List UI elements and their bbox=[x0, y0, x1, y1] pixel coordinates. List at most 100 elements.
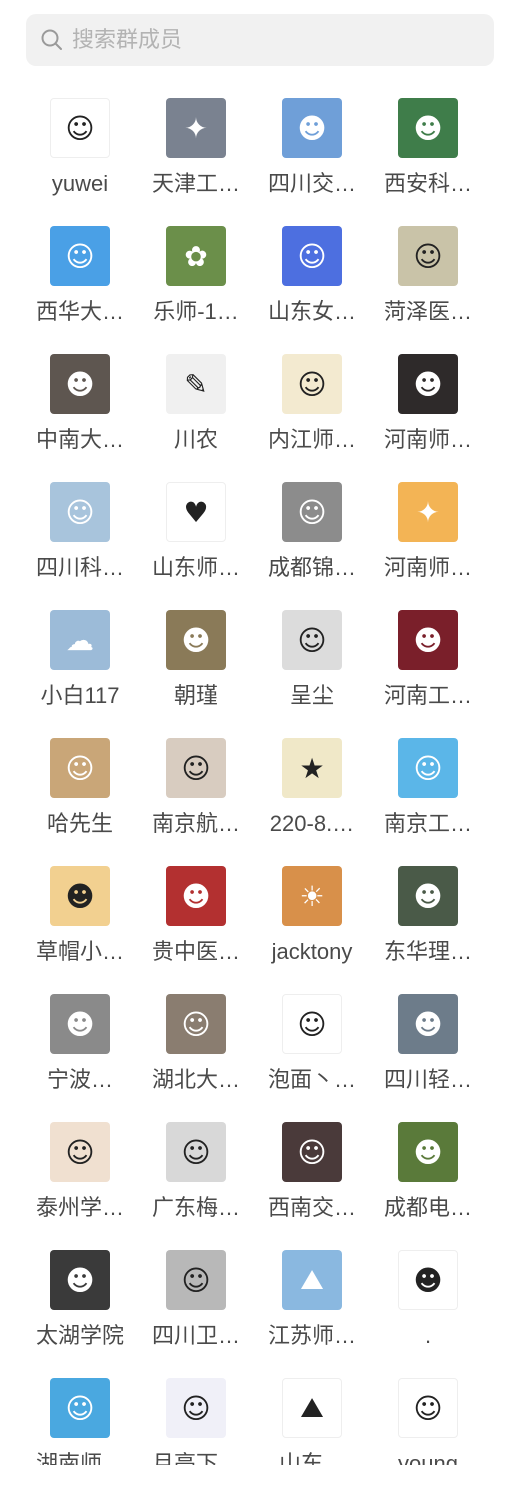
member-item[interactable]: ☺ 湖南师… bbox=[22, 1378, 138, 1465]
member-avatar[interactable]: ☺ bbox=[282, 482, 342, 542]
member-item[interactable]: ☺ 南京工… bbox=[370, 738, 486, 866]
member-item[interactable]: ☻ 四川轻… bbox=[370, 994, 486, 1122]
member-avatar[interactable]: ☺ bbox=[282, 994, 342, 1054]
member-avatar[interactable]: ✦ bbox=[166, 98, 226, 158]
member-avatar[interactable]: ☻ bbox=[50, 1250, 110, 1310]
member-item[interactable]: ✦ 河南师… bbox=[370, 482, 486, 610]
member-avatar[interactable]: ☻ bbox=[398, 994, 458, 1054]
member-avatar[interactable]: ☁ bbox=[50, 610, 110, 670]
member-avatar[interactable]: ☺ bbox=[398, 738, 458, 798]
member-name: 朝瑾 bbox=[173, 683, 218, 708]
member-item[interactable]: ☻ 四川交… bbox=[254, 98, 370, 226]
member-avatar[interactable]: ✎ bbox=[166, 354, 226, 414]
member-avatar[interactable]: ☻ bbox=[398, 610, 458, 670]
member-item[interactable]: ☻ 西安科… bbox=[370, 98, 486, 226]
member-avatar[interactable]: ☺ bbox=[50, 738, 110, 798]
member-avatar[interactable]: ★ bbox=[282, 738, 342, 798]
member-item[interactable]: ⛰ 山东… bbox=[254, 1378, 370, 1465]
member-item[interactable]: ☺ 哈先生 bbox=[22, 738, 138, 866]
member-avatar[interactable]: ☻ bbox=[282, 98, 342, 158]
member-item[interactable]: ☺ 泡面丶… bbox=[254, 994, 370, 1122]
member-item[interactable]: ☻ 东华理… bbox=[370, 866, 486, 994]
member-item[interactable]: ☺ 泰州学… bbox=[22, 1122, 138, 1250]
member-item[interactable]: ☻ 宁波… bbox=[22, 994, 138, 1122]
member-avatar[interactable]: ✿ bbox=[166, 226, 226, 286]
member-item[interactable]: ☻. bbox=[370, 1250, 486, 1378]
member-avatar[interactable]: ☻ bbox=[50, 354, 110, 414]
member-item[interactable]: ☁ 小白117 bbox=[22, 610, 138, 738]
member-item[interactable]: ☺ 广东梅… bbox=[138, 1122, 254, 1250]
member-avatar[interactable]: ✦ bbox=[398, 482, 458, 542]
member-item[interactable]: ☺ 四川卫… bbox=[138, 1250, 254, 1378]
member-name: 成都锦… bbox=[267, 555, 356, 580]
member-item[interactable]: ☻ 河南师… bbox=[370, 354, 486, 482]
member-item[interactable]: ⛰ 江苏师… bbox=[254, 1250, 370, 1378]
member-avatar[interactable]: ♥ bbox=[166, 482, 226, 542]
member-item[interactable]: ☻ 太湖学院 bbox=[22, 1250, 138, 1378]
member-name: 草帽小… bbox=[35, 939, 124, 964]
member-avatar[interactable]: ☺ bbox=[50, 1122, 110, 1182]
member-item[interactable]: ☻ 河南工… bbox=[370, 610, 486, 738]
member-avatar[interactable]: ☺ bbox=[282, 1122, 342, 1182]
member-avatar[interactable]: ☺ bbox=[398, 226, 458, 286]
search-input[interactable] bbox=[72, 27, 432, 53]
member-item[interactable]: ☺ 南京航… bbox=[138, 738, 254, 866]
member-avatar[interactable]: ☻ bbox=[398, 98, 458, 158]
member-avatar[interactable]: ☺ bbox=[166, 1378, 226, 1438]
member-item[interactable]: ♥ 山东师… bbox=[138, 482, 254, 610]
member-avatar[interactable]: ☺ bbox=[50, 226, 110, 286]
member-item[interactable]: ✦ 天津工… bbox=[138, 98, 254, 226]
member-name: 四川科… bbox=[35, 555, 124, 580]
member-item[interactable]: ☻ 贵中医… bbox=[138, 866, 254, 994]
member-item[interactable]: ☻ 中南大… bbox=[22, 354, 138, 482]
member-avatar[interactable]: ☺ bbox=[398, 1378, 458, 1438]
member-item[interactable]: ☺ 西华大… bbox=[22, 226, 138, 354]
member-avatar[interactable]: ⛰ bbox=[282, 1378, 342, 1438]
member-item[interactable]: ✎ 川农 bbox=[138, 354, 254, 482]
member-item[interactable]: ☻ 朝瑾 bbox=[138, 610, 254, 738]
member-avatar[interactable]: ☀ bbox=[282, 866, 342, 926]
member-avatar[interactable]: ⛰ bbox=[282, 1250, 342, 1310]
member-item[interactable]: ☺ 山东女… bbox=[254, 226, 370, 354]
member-item[interactable]: ☺ yuwei bbox=[22, 98, 138, 226]
search-bar[interactable] bbox=[26, 14, 494, 66]
member-avatar[interactable]: ☺ bbox=[282, 226, 342, 286]
member-avatar[interactable]: ☻ bbox=[50, 994, 110, 1054]
member-avatar[interactable]: ☺ bbox=[50, 482, 110, 542]
member-avatar[interactable]: ☻ bbox=[50, 866, 110, 926]
member-avatar[interactable]: ☺ bbox=[50, 1378, 110, 1438]
member-avatar[interactable]: ☻ bbox=[398, 354, 458, 414]
member-avatar[interactable]: ☺ bbox=[50, 98, 110, 158]
member-name: 山东师… bbox=[151, 555, 240, 580]
member-item[interactable]: ☺ 菏泽医… bbox=[370, 226, 486, 354]
member-item[interactable]: ★ 220-8.… bbox=[254, 738, 370, 866]
member-item[interactable]: ☺ 湖北大… bbox=[138, 994, 254, 1122]
member-item[interactable]: ✿ 乐师-1… bbox=[138, 226, 254, 354]
member-avatar[interactable]: ☻ bbox=[398, 1250, 458, 1310]
member-avatar[interactable]: ☻ bbox=[166, 866, 226, 926]
member-avatar[interactable]: ☻ bbox=[398, 1122, 458, 1182]
member-item[interactable]: ☺ 西南交… bbox=[254, 1122, 370, 1250]
member-item[interactable]: ☻ 草帽小… bbox=[22, 866, 138, 994]
member-item[interactable]: ☺ 呈尘 bbox=[254, 610, 370, 738]
member-avatar[interactable]: ☺ bbox=[282, 610, 342, 670]
member-avatar[interactable]: ☻ bbox=[166, 610, 226, 670]
member-item[interactable]: ☺ young bbox=[370, 1378, 486, 1465]
member-name: 南京工… bbox=[383, 811, 472, 836]
member-name: 四川卫… bbox=[151, 1323, 240, 1348]
member-item[interactable]: ☺ 四川科… bbox=[22, 482, 138, 610]
member-avatar[interactable]: ☺ bbox=[166, 738, 226, 798]
member-avatar[interactable]: ☺ bbox=[166, 994, 226, 1054]
member-item[interactable]: ☻ 成都电… bbox=[370, 1122, 486, 1250]
member-avatar[interactable]: ☻ bbox=[398, 866, 458, 926]
member-item[interactable]: ☺ 内江师… bbox=[254, 354, 370, 482]
member-item[interactable]: ☺ 成都锦… bbox=[254, 482, 370, 610]
member-avatar[interactable]: ☺ bbox=[166, 1122, 226, 1182]
member-grid-viewport[interactable]: ☺ yuwei ✦ 天津工… ☻ 四川交… ☻ 西安科… ☺ 西华大… ✿ 乐师-1… ☺ 山东女… ☺ 菏泽… bbox=[0, 84, 508, 1465]
member-item[interactable]: ☀ jacktony bbox=[254, 866, 370, 994]
member-name: 乐师-1… bbox=[153, 299, 239, 324]
member-avatar[interactable]: ☺ bbox=[166, 1250, 226, 1310]
member-item[interactable]: ☺ 月亮下… bbox=[138, 1378, 254, 1465]
member-name: 四川轻… bbox=[383, 1067, 472, 1092]
member-avatar[interactable]: ☺ bbox=[282, 354, 342, 414]
